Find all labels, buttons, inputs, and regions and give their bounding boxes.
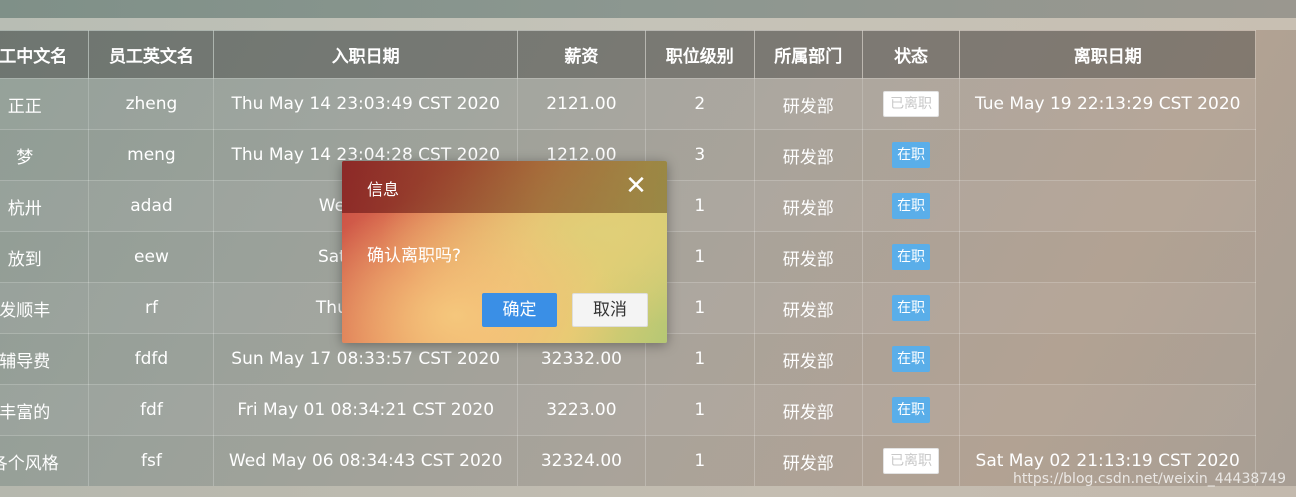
cell-cn-name: 放到 (0, 231, 90, 283)
cell-en-name: fdf (88, 384, 215, 436)
top-strip (0, 0, 1296, 18)
confirm-button[interactable]: 确定 (482, 293, 557, 327)
status-badge: 在职 (892, 346, 931, 372)
cancel-button[interactable]: 取消 (572, 293, 648, 327)
table-header-row: 员工中文名 员工英文名 入职日期 薪资 职位级别 所属部门 状态 离职日期 (0, 30, 1256, 79)
cell-status: 在职 (861, 282, 961, 334)
cell-level: 1 (644, 435, 755, 487)
cell-leave-date (959, 333, 1256, 385)
dialog-header: 信息 ✕ (342, 161, 667, 213)
status-badge: 在职 (892, 193, 931, 219)
cell-cn-name: 梦 (0, 129, 90, 181)
cell-hire-date: Fri May 01 08:34:21 CST 2020 (213, 384, 518, 436)
status-badge: 在职 (892, 397, 931, 423)
header-department: 所属部门 (753, 30, 863, 79)
header-cn-name: 员工中文名 (0, 30, 90, 79)
status-badge: 在职 (892, 142, 931, 168)
cell-hire-date: Wed May 06 08:34:43 CST 2020 (213, 435, 518, 487)
cell-cn-name: 各个风格 (0, 435, 90, 487)
watermark: https://blog.csdn.net/weixin_44438749 (1012, 471, 1286, 487)
status-badge: 在职 (892, 295, 931, 321)
cell-en-name: rf (88, 282, 215, 334)
cell-cn-name: 杭卅 (0, 180, 90, 232)
status-badge: 已离职 (883, 91, 940, 117)
dialog-title: 信息 (367, 180, 400, 199)
cell-cn-name: 丰富的 (0, 384, 90, 436)
top-band (0, 18, 1296, 30)
cell-en-name: fdfd (88, 333, 215, 385)
cell-salary: 32324.00 (516, 435, 646, 487)
cell-department: 研发部 (753, 231, 863, 283)
cell-salary: 3223.00 (516, 384, 646, 436)
cell-salary: 2121.00 (516, 78, 646, 130)
cell-status: 在职 (861, 333, 961, 385)
header-level: 职位级别 (644, 30, 755, 79)
header-hire-date: 入职日期 (213, 30, 518, 79)
cell-department: 研发部 (753, 282, 863, 334)
cell-department: 研发部 (753, 333, 863, 385)
cell-department: 研发部 (753, 129, 863, 181)
header-leave-date: 离职日期 (959, 30, 1256, 79)
cell-cn-name: 正正 (0, 78, 90, 130)
cell-hire-date: Thu May 14 23:03:49 CST 2020 (213, 78, 518, 130)
cell-en-name: zheng (88, 78, 215, 130)
cell-en-name: meng (88, 129, 215, 181)
cell-leave-date (959, 282, 1256, 334)
cell-status: 在职 (861, 180, 961, 232)
cell-leave-date (959, 180, 1256, 232)
cell-leave-date (959, 129, 1256, 181)
header-status: 状态 (861, 30, 961, 79)
cell-department: 研发部 (753, 78, 863, 130)
cell-en-name: fsf (88, 435, 215, 487)
confirm-dialog: 信息 ✕ 确认离职吗? 确定 取消 (342, 161, 667, 343)
cell-cn-name: 发顺丰 (0, 282, 90, 334)
cell-status: 在职 (861, 129, 961, 181)
cell-status: 在职 (861, 384, 961, 436)
cell-department: 研发部 (753, 384, 863, 436)
cell-level: 2 (644, 78, 755, 130)
bottom-band (0, 486, 1296, 497)
cell-department: 研发部 (753, 435, 863, 487)
cell-level: 1 (644, 384, 755, 436)
close-icon[interactable]: ✕ (625, 173, 647, 199)
cell-status: 在职 (861, 231, 961, 283)
cell-en-name: adad (88, 180, 215, 232)
header-en-name: 员工英文名 (88, 30, 215, 79)
cell-status: 已离职 (861, 435, 961, 487)
cell-cn-name: 辅导费 (0, 333, 90, 385)
cell-leave-date: Tue May 19 22:13:29 CST 2020 (959, 78, 1256, 130)
status-badge: 在职 (892, 244, 931, 270)
cell-leave-date (959, 231, 1256, 283)
table-row: 正正 zheng Thu May 14 23:03:49 CST 2020 2121.… (0, 78, 1256, 130)
status-badge: 已离职 (883, 448, 940, 474)
dialog-message: 确认离职吗? (367, 246, 462, 266)
header-salary: 薪资 (516, 30, 646, 79)
cell-department: 研发部 (753, 180, 863, 232)
cell-status: 已离职 (861, 78, 961, 130)
table-row: 丰富的 fdf Fri May 01 08:34:21 CST 2020 3223.0… (0, 384, 1256, 436)
cell-leave-date (959, 384, 1256, 436)
cell-en-name: eew (88, 231, 215, 283)
